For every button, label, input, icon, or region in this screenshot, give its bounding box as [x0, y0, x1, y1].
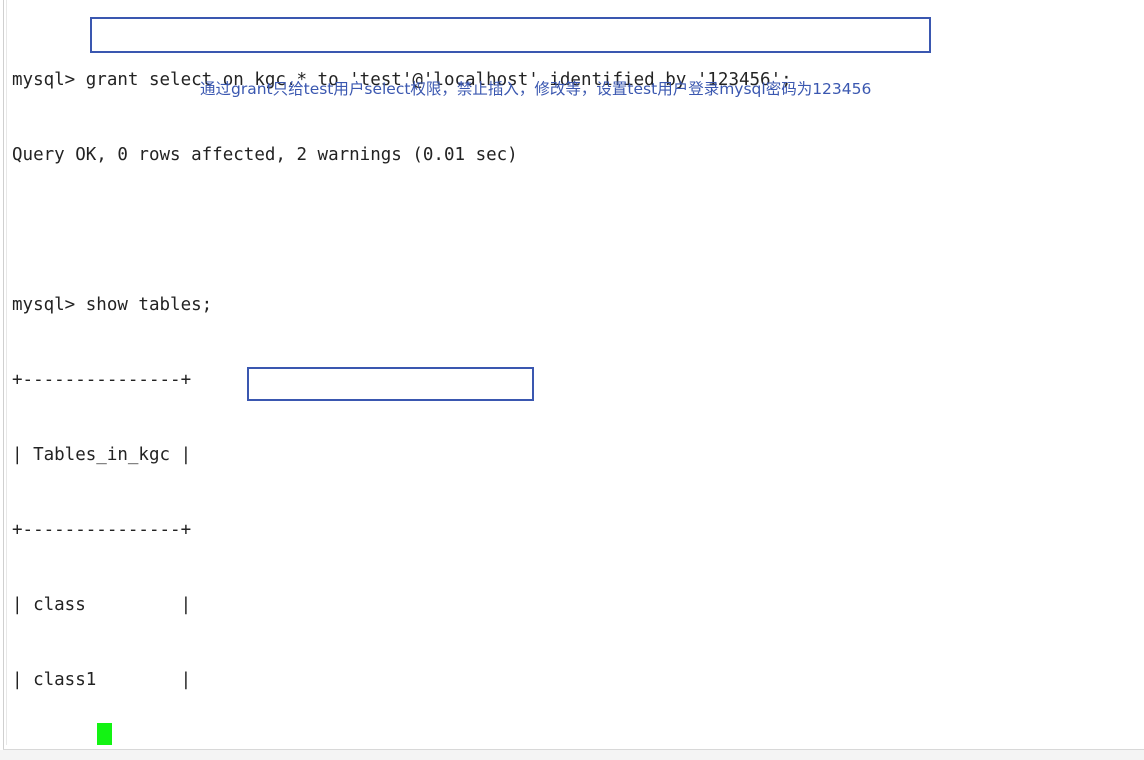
table-separator-mid: +---------------+	[12, 520, 192, 540]
table-separator-top: +---------------+	[12, 370, 192, 390]
block-cursor	[97, 723, 112, 745]
table-row: | class |	[12, 595, 192, 615]
page-left-border-inner	[6, 0, 7, 745]
terminal-line: Query OK, 0 rows affected, 2 warnings (0…	[12, 145, 518, 165]
terminal-screenshot: mysql> grant select on kgc.* to 'test'@'…	[0, 0, 1144, 760]
terminal-output[interactable]: mysql> grant select on kgc.* to 'test'@'…	[12, 18, 1132, 760]
table-row: | class1 |	[12, 670, 192, 690]
table-header-row: | Tables_in_kgc |	[12, 445, 192, 465]
page-left-border	[3, 0, 4, 760]
page-bottom-fill	[0, 750, 1144, 760]
terminal-line: mysql> show tables;	[12, 295, 213, 315]
annotation-note: 通过grant只给test用户select权限，禁止插入，修改等，设置test用…	[200, 80, 872, 98]
